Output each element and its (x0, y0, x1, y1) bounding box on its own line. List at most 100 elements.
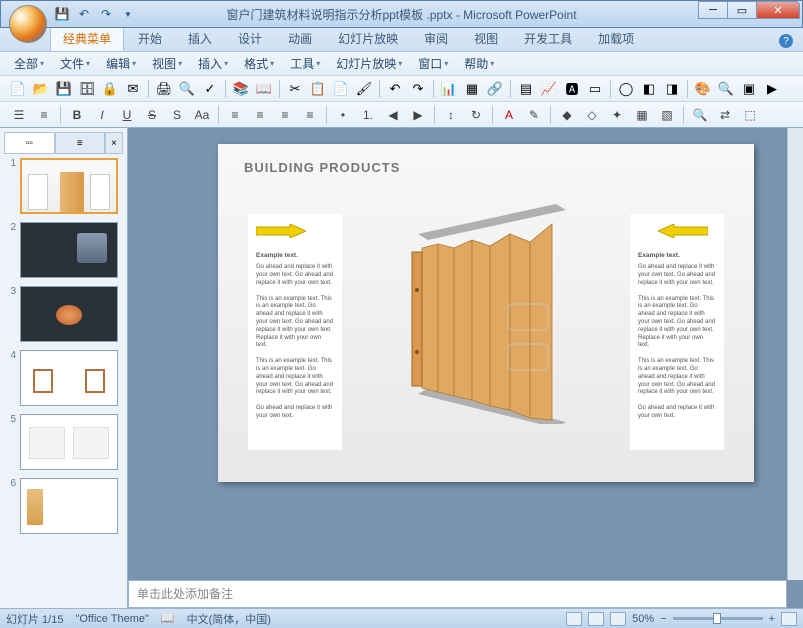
tab-design[interactable]: 设计 (226, 26, 274, 51)
arrange-icon[interactable]: ▧ (656, 105, 678, 125)
strike-button[interactable]: S (141, 105, 163, 125)
help-icon[interactable]: ? (779, 34, 793, 48)
redo-icon[interactable]: ↷ (408, 79, 428, 99)
thumbnail-5[interactable]: 5 (4, 414, 123, 470)
arrange-icon[interactable]: ◧ (639, 79, 659, 99)
menu-all[interactable]: 全部▾ (8, 53, 50, 74)
thumbnail-6[interactable]: 6 (4, 478, 123, 534)
menu-tools[interactable]: 工具▾ (284, 53, 326, 74)
normal-view-button[interactable] (566, 612, 582, 626)
sorter-view-button[interactable] (588, 612, 604, 626)
shape-fill-icon[interactable]: ◆ (556, 105, 578, 125)
thesaurus-icon[interactable]: 📖 (254, 79, 274, 99)
redo-icon[interactable]: ↷ (97, 5, 115, 23)
office-button[interactable] (9, 5, 47, 43)
text-panel-left[interactable]: Example text. Go ahead and replace it wi… (248, 214, 342, 450)
line-spacing-icon[interactable]: ↕ (440, 105, 462, 125)
textbox-icon[interactable]: 🅰 (562, 79, 582, 99)
shapes-icon[interactable]: ◯ (616, 79, 636, 99)
thumbnail-4[interactable]: 4 (4, 350, 123, 406)
zoom-thumb[interactable] (713, 613, 721, 624)
save-icon[interactable]: 💾 (53, 5, 71, 23)
font-color-icon[interactable]: A (498, 105, 520, 125)
status-language[interactable]: 中文(简体，中国) (187, 611, 271, 627)
menu-insert[interactable]: 插入▾ (192, 53, 234, 74)
zoom-level[interactable]: 50% (632, 613, 654, 625)
tab-view[interactable]: 视图 (462, 26, 510, 51)
shape-effects-icon[interactable]: ✦ (606, 105, 628, 125)
thumbnail-1[interactable]: 1 (4, 158, 123, 214)
slide-canvas[interactable]: BUILDING PRODUCTS Example text. Go ahead… (218, 144, 754, 482)
slideshow-view-button[interactable] (610, 612, 626, 626)
decrease-indent-icon[interactable]: ◀ (382, 105, 404, 125)
menu-slideshow[interactable]: 幻灯片放映▾ (330, 53, 408, 74)
tab-slideshow[interactable]: 幻灯片放映 (326, 26, 410, 51)
thumbnail-2[interactable]: 2 (4, 222, 123, 278)
slide-title[interactable]: BUILDING PRODUCTS (244, 160, 400, 175)
research-icon[interactable]: 📚 (231, 79, 251, 99)
highlight-icon[interactable]: ✎ (523, 105, 545, 125)
insert-chart-icon[interactable]: 📊 (439, 79, 459, 99)
zoom-slider[interactable] (673, 617, 763, 620)
spellcheck-icon[interactable]: ✓ (200, 79, 220, 99)
numbering-icon[interactable]: ≡ (33, 105, 55, 125)
fit-window-button[interactable] (781, 612, 797, 626)
maximize-button[interactable]: ▭ (727, 1, 757, 19)
header-footer-icon[interactable]: ▭ (585, 79, 605, 99)
menu-window[interactable]: 窗口▾ (412, 53, 454, 74)
shadow-button[interactable]: S (166, 105, 188, 125)
tab-developer[interactable]: 开发工具 (512, 26, 584, 51)
zoom-icon[interactable]: 🔍 (716, 79, 736, 99)
tab-outline[interactable]: ≡ (55, 132, 106, 154)
italic-button[interactable]: I (91, 105, 113, 125)
folding-door-graphic[interactable] (398, 204, 578, 424)
change-case-button[interactable]: Aa (191, 105, 213, 125)
numbering-icon[interactable]: 1. (357, 105, 379, 125)
notes-pane[interactable]: 单击此处添加备注 (128, 580, 787, 608)
insert-table-icon[interactable]: ▦ (462, 79, 482, 99)
replace-icon[interactable]: ⇄ (714, 105, 736, 125)
new-icon[interactable]: 📄 (8, 79, 28, 99)
tab-insert[interactable]: 插入 (176, 26, 224, 51)
bullets-icon[interactable]: ☰ (8, 105, 30, 125)
tab-slides-thumbs[interactable]: ▫▫ (4, 132, 55, 154)
menu-edit[interactable]: 编辑▾ (100, 53, 142, 74)
tab-review[interactable]: 审阅 (412, 26, 460, 51)
slide-editor[interactable]: BUILDING PRODUCTS Example text. Go ahead… (128, 128, 803, 608)
tables-icon[interactable]: ▤ (516, 79, 536, 99)
window-icon[interactable]: ▣ (739, 79, 759, 99)
zoom-out-button[interactable]: − (660, 613, 666, 625)
vertical-scrollbar[interactable] (787, 128, 803, 580)
menu-file[interactable]: 文件▾ (54, 53, 96, 74)
quick-styles-icon[interactable]: ▦ (631, 105, 653, 125)
tab-addins[interactable]: 加载项 (586, 26, 646, 51)
status-spellcheck-icon[interactable]: 📖 (161, 612, 175, 625)
print-preview-icon[interactable]: 🔍 (177, 79, 197, 99)
find-icon[interactable]: 🔍 (689, 105, 711, 125)
bullets-icon[interactable]: • (332, 105, 354, 125)
menu-help[interactable]: 帮助▾ (458, 53, 500, 74)
menu-view[interactable]: 视图▾ (146, 53, 188, 74)
menu-format[interactable]: 格式▾ (238, 53, 280, 74)
copy-icon[interactable]: 📋 (308, 79, 328, 99)
align-center-icon[interactable]: ≡ (249, 105, 271, 125)
format-painter-icon[interactable]: 🖌 (354, 79, 374, 99)
tab-animations[interactable]: 动画 (276, 26, 324, 51)
close-button[interactable]: ✕ (756, 1, 800, 19)
chart-icon[interactable]: 📈 (539, 79, 559, 99)
thumb-close[interactable]: × (105, 132, 123, 154)
align-left-icon[interactable]: ≡ (224, 105, 246, 125)
insert-hyperlink-icon[interactable]: 🔗 (485, 79, 505, 99)
minimize-button[interactable]: ─ (698, 1, 728, 19)
shape-outline-icon[interactable]: ◇ (581, 105, 603, 125)
zoom-in-button[interactable]: + (769, 613, 775, 625)
print-icon[interactable]: 🖨 (154, 79, 174, 99)
thumbnail-3[interactable]: 3 (4, 286, 123, 342)
justify-icon[interactable]: ≡ (299, 105, 321, 125)
saveas-icon[interactable]: 🗄 (77, 79, 97, 99)
select-icon[interactable]: ⬚ (739, 105, 761, 125)
undo-icon[interactable]: ↶ (75, 5, 93, 23)
align-right-icon[interactable]: ≡ (274, 105, 296, 125)
text-direction-icon[interactable]: ↻ (465, 105, 487, 125)
quickstyles-icon[interactable]: ◨ (662, 79, 682, 99)
